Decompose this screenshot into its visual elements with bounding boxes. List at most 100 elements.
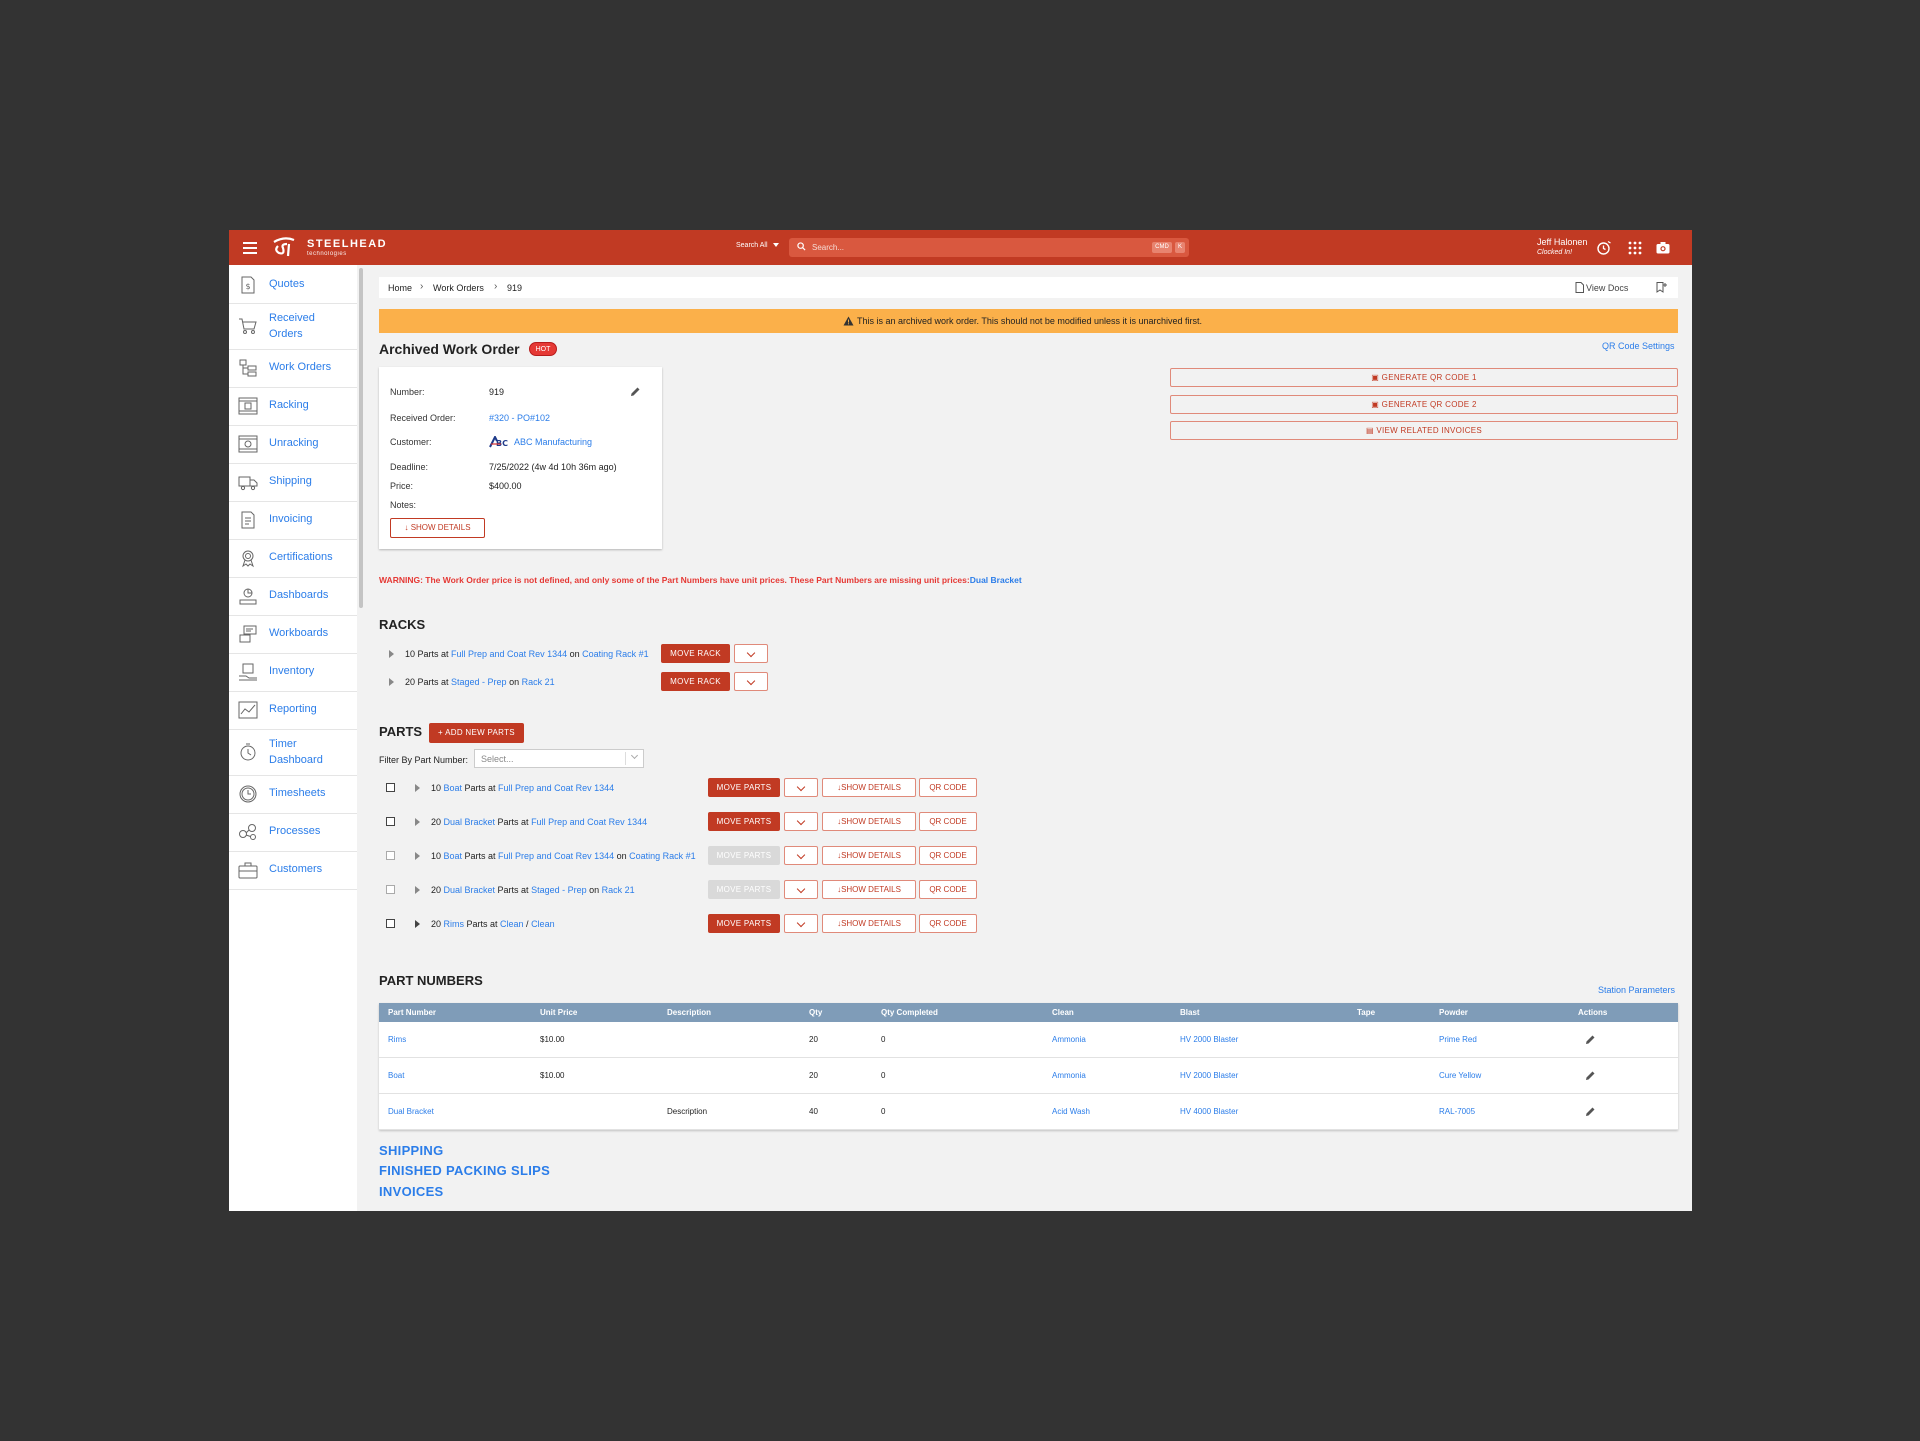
part-options-dropdown[interactable] (784, 880, 818, 899)
column-header[interactable]: Blast (1180, 1008, 1200, 1017)
rack-options-dropdown[interactable] (734, 672, 768, 691)
qr-code-button[interactable]: QR CODE (919, 812, 977, 831)
part-show-details-button[interactable]: ↓SHOW DETAILS (822, 914, 916, 933)
part-row-checkbox[interactable] (386, 783, 395, 792)
generate-qr-code-2-button[interactable]: ▣ GENERATE QR CODE 2 (1170, 395, 1678, 414)
part-options-dropdown[interactable] (784, 778, 818, 797)
sidebar-item-certifications[interactable]: Certifications (229, 539, 357, 578)
timer-clock-icon[interactable] (1596, 240, 1612, 256)
qr-code-button[interactable]: QR CODE (919, 778, 977, 797)
move-parts-button[interactable]: MOVE PARTS (708, 812, 780, 831)
part-row-process-link[interactable]: Full Prep and Coat Rev 1344 (531, 817, 647, 827)
finished-packing-slips-link[interactable]: FINISHED PACKING SLIPS (379, 1163, 550, 1178)
invoices-section-link[interactable]: INVOICES (379, 1184, 444, 1199)
blast-link[interactable]: HV 4000 Blaster (1180, 1107, 1238, 1116)
sidebar-item-shipping[interactable]: Shipping (229, 463, 357, 502)
move-parts-button[interactable]: MOVE PARTS (708, 778, 780, 797)
add-new-parts-button[interactable]: + ADD NEW PARTS (429, 723, 524, 743)
rack-row-process-link[interactable]: Staged - Prep (451, 677, 507, 687)
powder-link[interactable]: Prime Red (1439, 1035, 1477, 1044)
sidebar-item-processes[interactable]: Processes (229, 813, 357, 852)
sidebar-item-dashboards[interactable]: Dashboards (229, 577, 357, 616)
expand-icon[interactable] (415, 886, 420, 894)
global-search-input[interactable]: Search... CMD K (789, 238, 1189, 257)
part-show-details-button[interactable]: ↓SHOW DETAILS (822, 778, 916, 797)
search-scope-dropdown[interactable]: Search All (736, 242, 779, 249)
breadcrumb-work-orders[interactable]: Work Orders (433, 283, 484, 293)
part-row-part-link[interactable]: Dual Bracket (444, 885, 496, 895)
part-row-part-link[interactable]: Boat (444, 783, 463, 793)
qr-code-button[interactable]: QR CODE (919, 880, 977, 899)
sidebar-item-received-orders[interactable]: Received Orders (229, 303, 357, 350)
edit-icon[interactable] (630, 386, 641, 397)
clean-link[interactable]: Acid Wash (1052, 1107, 1090, 1116)
powder-link[interactable]: RAL-7005 (1439, 1107, 1475, 1116)
breadcrumb-home[interactable]: Home (388, 283, 412, 293)
part-number-link[interactable]: Dual Bracket (388, 1107, 434, 1116)
part-row-process-link[interactable]: Clean (500, 919, 524, 929)
sidebar-item-workboards[interactable]: Workboards (229, 615, 357, 654)
expand-icon[interactable] (415, 784, 420, 792)
part-number-link[interactable]: Rims (388, 1035, 406, 1044)
bookmark-add-icon[interactable] (1656, 282, 1668, 293)
column-header[interactable]: Clean (1052, 1008, 1074, 1017)
apps-grid-icon[interactable] (1627, 240, 1643, 256)
part-show-details-button[interactable]: ↓SHOW DETAILS (822, 846, 916, 865)
camera-icon[interactable] (1655, 240, 1671, 256)
sidebar-item-invoicing[interactable]: Invoicing (229, 501, 357, 540)
received-order-link[interactable]: #320 - PO#102 (489, 413, 550, 423)
show-details-button[interactable]: ↓ SHOW DETAILS (390, 518, 485, 538)
part-row-checkbox[interactable] (386, 885, 395, 894)
qr-code-button[interactable]: QR CODE (919, 846, 977, 865)
expand-icon[interactable] (415, 920, 420, 928)
column-header[interactable]: Powder (1439, 1008, 1468, 1017)
column-header[interactable]: Description (667, 1008, 711, 1017)
clean-link[interactable]: Ammonia (1052, 1071, 1086, 1080)
expand-icon[interactable] (415, 852, 420, 860)
view-related-invoices-button[interactable]: ▤ VIEW RELATED INVOICES (1170, 421, 1678, 440)
part-row-checkbox[interactable] (386, 919, 395, 928)
qr-code-button[interactable]: QR CODE (919, 914, 977, 933)
sidebar-item-timesheets[interactable]: Timesheets (229, 775, 357, 814)
part-options-dropdown[interactable] (784, 846, 818, 865)
part-row-rack-link[interactable]: Rack 21 (602, 885, 635, 895)
move-parts-button[interactable]: MOVE PARTS (708, 914, 780, 933)
column-header[interactable]: Qty Completed (881, 1008, 938, 1017)
warning-part-link[interactable]: Dual Bracket (970, 575, 1022, 585)
rack-row-rack-link[interactable]: Rack 21 (522, 677, 555, 687)
edit-icon[interactable] (1585, 1070, 1596, 1081)
expand-icon[interactable] (389, 678, 394, 686)
qr-code-settings-link[interactable]: QR Code Settings (1602, 341, 1675, 351)
rack-row-rack-link[interactable]: Coating Rack #1 (582, 649, 649, 659)
part-show-details-button[interactable]: ↓SHOW DETAILS (822, 880, 916, 899)
part-row-process-link[interactable]: Staged - Prep (531, 885, 587, 895)
sidebar-item-timer-dashboard[interactable]: Timer Dashboard (229, 729, 357, 776)
column-header[interactable]: Qty (809, 1008, 822, 1017)
sidebar-item-unracking[interactable]: Unracking (229, 425, 357, 464)
part-number-link[interactable]: Boat (388, 1071, 404, 1080)
part-row-checkbox[interactable] (386, 851, 395, 860)
blast-link[interactable]: HV 2000 Blaster (1180, 1071, 1238, 1080)
part-options-dropdown[interactable] (784, 812, 818, 831)
sidebar-item-customers[interactable]: Customers (229, 851, 357, 890)
part-row-process-link[interactable]: Full Prep and Coat Rev 1344 (498, 851, 614, 861)
part-row-part-link[interactable]: Rims (444, 919, 465, 929)
part-row-process-link[interactable]: Full Prep and Coat Rev 1344 (498, 783, 614, 793)
generate-qr-code-1-button[interactable]: ▣ GENERATE QR CODE 1 (1170, 368, 1678, 387)
column-header[interactable]: Tape (1357, 1008, 1375, 1017)
sidebar-item-quotes[interactable]: $ Quotes (229, 265, 357, 304)
move-rack-button[interactable]: MOVE RACK (661, 672, 730, 691)
part-number-filter-select[interactable]: Select... (474, 749, 644, 768)
steelhead-logo-icon[interactable] (271, 236, 297, 258)
menu-icon[interactable] (243, 239, 257, 255)
customer-link[interactable]: ABC Manufacturing (514, 437, 592, 447)
part-row-rack-link[interactable]: Coating Rack #1 (629, 851, 696, 861)
part-row-checkbox[interactable] (386, 817, 395, 826)
rack-row-process-link[interactable]: Full Prep and Coat Rev 1344 (451, 649, 567, 659)
move-rack-button[interactable]: MOVE RACK (661, 644, 730, 663)
part-show-details-button[interactable]: ↓SHOW DETAILS (822, 812, 916, 831)
column-header[interactable]: Part Number (388, 1008, 436, 1017)
clean-link[interactable]: Ammonia (1052, 1035, 1086, 1044)
part-options-dropdown[interactable] (784, 914, 818, 933)
user-name[interactable]: Jeff Halonen (1537, 237, 1587, 247)
